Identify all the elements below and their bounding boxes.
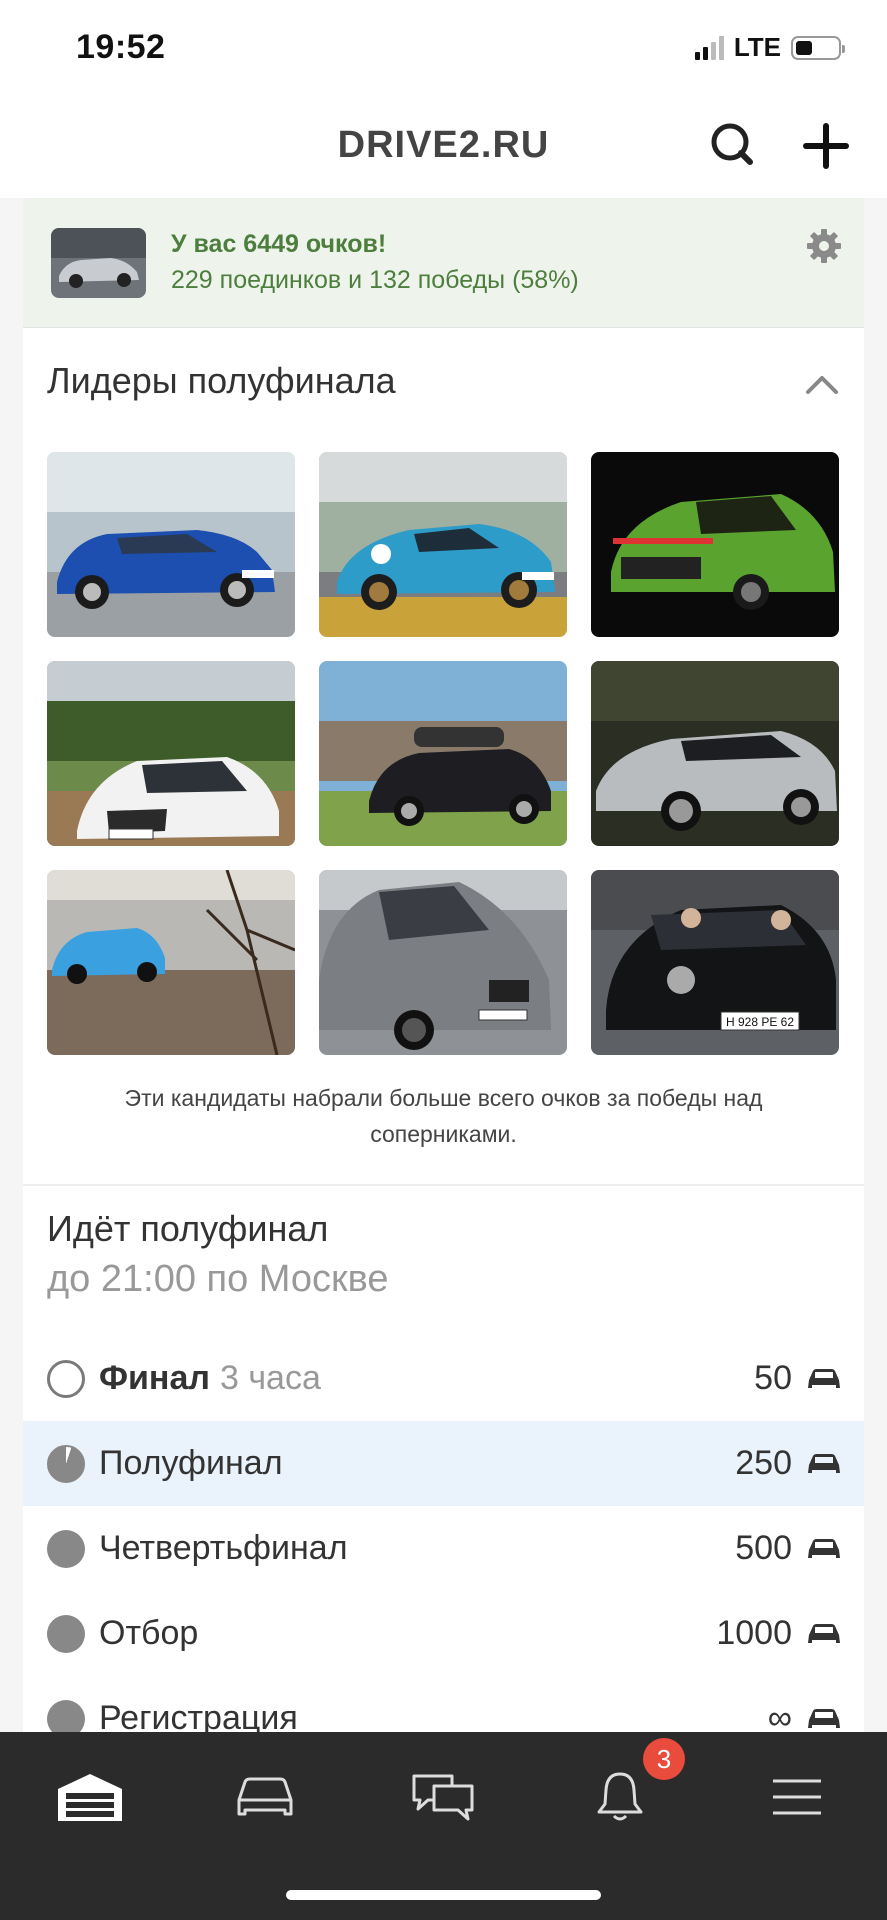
stage-list: Финал 3 часа 50 Полуфинал 250 Четвертьфи… [23, 1336, 864, 1732]
car-icon [808, 1453, 840, 1473]
stage-row-semifinal[interactable]: Полуфинал 250 [23, 1421, 864, 1506]
add-button[interactable] [796, 116, 856, 176]
leader-photo-5[interactable] [319, 661, 567, 846]
home-indicator [286, 1890, 601, 1900]
leaders-title: Лидеры полуфинала [47, 360, 396, 401]
collapse-button[interactable] [800, 362, 844, 406]
stage-value: 250 [735, 1444, 792, 1482]
leader-photo-9[interactable]: H 928 PE 62 [591, 870, 839, 1055]
menu-icon [773, 1779, 821, 1815]
stage-row-quarterfinal[interactable]: Четвертьфинал 500 [23, 1506, 864, 1591]
stage-progress-icon [47, 1529, 85, 1568]
score-box: У вас 6449 очков! 229 поединков и 132 по… [23, 198, 864, 328]
section-divider [23, 1184, 864, 1186]
tab-garage[interactable] [50, 1762, 130, 1832]
plate-text: H 928 PE 62 [726, 1015, 794, 1029]
leader-photo-6[interactable] [591, 661, 839, 846]
notification-badge: 3 [643, 1738, 685, 1780]
leaders-grid: H 928 PE 62 [47, 452, 839, 1055]
battery-icon [791, 35, 845, 60]
leader-photo-2[interactable] [319, 452, 567, 637]
stage-name: Четвертьфинал [99, 1529, 348, 1567]
leader-photo-3[interactable] [591, 452, 839, 637]
score-title: У вас 6449 очков! [171, 230, 387, 258]
leader-photo-7[interactable] [47, 870, 295, 1055]
stage-progress-icon [47, 1699, 85, 1732]
network-label: LTE [733, 32, 781, 62]
car-icon [808, 1708, 840, 1728]
gear-icon [807, 229, 841, 263]
car-icon [808, 1368, 840, 1388]
car-icon [808, 1538, 840, 1558]
app-header: DRIVE2.RU [0, 98, 887, 198]
score-subtitle: 229 поединков и 132 победы (58%) [171, 266, 579, 294]
search-button[interactable] [704, 116, 764, 176]
stage-duration: 3 часа [219, 1359, 321, 1397]
user-car-thumbnail[interactable] [51, 228, 146, 298]
car-icon [237, 1777, 293, 1816]
content-card: У вас 6449 очков! 229 поединков и 132 по… [23, 198, 864, 1732]
bell-icon [597, 1772, 643, 1821]
stage-progress-icon [47, 1444, 85, 1483]
leader-photo-4[interactable] [47, 661, 295, 846]
garage-icon [58, 1774, 122, 1821]
chat-icon [412, 1774, 474, 1821]
stage-progress-icon [47, 1614, 85, 1653]
stage-value: ∞ [767, 1699, 792, 1732]
leader-photo-8[interactable] [319, 870, 567, 1055]
stage-value: 500 [735, 1529, 792, 1567]
tab-menu[interactable] [757, 1762, 837, 1832]
plus-icon [803, 123, 849, 169]
stage-title: Идёт полуфинал [47, 1208, 329, 1249]
chevron-up-icon [806, 376, 838, 394]
tab-messages[interactable] [403, 1762, 483, 1832]
tab-cars[interactable] [225, 1762, 305, 1832]
leaders-header[interactable]: Лидеры полуфинала [23, 328, 864, 438]
leaders-caption: Эти кандидаты набрали больше всего очков… [124, 1085, 763, 1147]
stage-name: Полуфинал [99, 1444, 283, 1482]
settings-button[interactable] [804, 226, 844, 266]
stage-name: Регистрация [99, 1699, 298, 1732]
stage-value: 1000 [716, 1614, 792, 1652]
status-indicators: LTE [694, 32, 845, 63]
stage-subtitle: до 21:00 по Москве [47, 1258, 389, 1300]
leader-photo-1[interactable] [47, 452, 295, 637]
status-time: 19:52 [76, 28, 166, 66]
stage-row-final[interactable]: Финал 3 часа 50 [23, 1336, 864, 1421]
stage-name: Финал [99, 1359, 210, 1397]
stage-row-selection[interactable]: Отбор 1000 [23, 1591, 864, 1676]
stage-row-registration[interactable]: Регистрация ∞ [23, 1676, 864, 1732]
car-icon [808, 1623, 840, 1643]
stage-value: 50 [754, 1359, 792, 1397]
status-bar: 19:52 LTE [0, 0, 887, 98]
stage-name: Отбор [99, 1614, 199, 1652]
signal-icon [694, 35, 724, 60]
search-icon [711, 123, 753, 165]
stage-progress-icon [47, 1359, 85, 1398]
